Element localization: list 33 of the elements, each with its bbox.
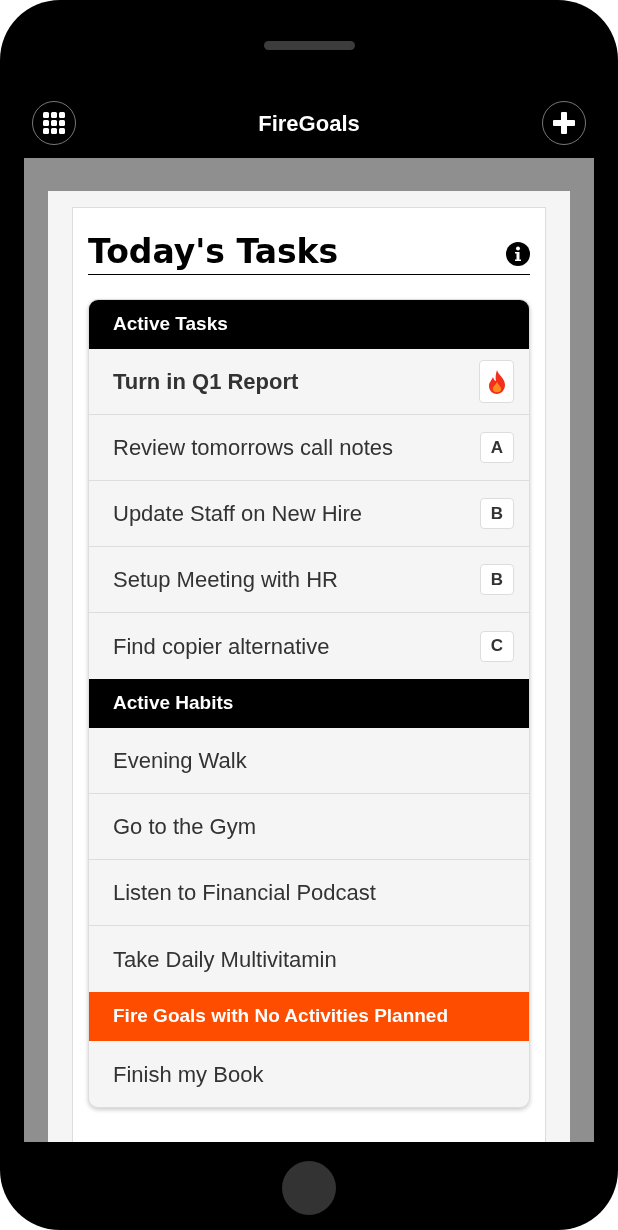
list-item[interactable]: Finish my Book	[89, 1041, 529, 1107]
item-label: Take Daily Multivitamin	[113, 945, 337, 974]
item-label: Find copier alternative	[113, 632, 330, 661]
item-label: Turn in Q1 Report	[113, 368, 299, 396]
grid-icon	[43, 112, 65, 134]
list-item[interactable]: Review tomorrows call notes A	[89, 415, 529, 481]
item-label: Update Staff on New Hire	[113, 500, 363, 528]
item-label: Finish my Book	[113, 1060, 264, 1089]
flame-icon	[486, 369, 507, 394]
list-item[interactable]: Go to the Gym	[89, 794, 529, 860]
list-item[interactable]: Listen to Financial Podcast	[89, 860, 529, 926]
list-item[interactable]: Take Daily Multivitamin	[89, 926, 529, 992]
section-header: Active Tasks	[89, 300, 529, 349]
section-header: Active Habits	[89, 679, 529, 728]
item-label: Setup Meeting with HR	[113, 566, 338, 594]
page-title: Today's Tasks	[88, 232, 339, 272]
item-label: Go to the Gym	[113, 813, 257, 841]
list-item[interactable]: Evening Walk	[89, 728, 529, 794]
list-item[interactable]: Find copier alternative C	[89, 613, 529, 679]
list-item[interactable]: Setup Meeting with HR B	[89, 547, 529, 613]
priority-badge: B	[480, 498, 514, 529]
priority-badge: B	[480, 564, 514, 595]
item-label: Review tomorrows call notes	[113, 434, 393, 462]
item-label: Evening Walk	[113, 747, 247, 775]
priority-badge: A	[480, 432, 514, 463]
section-header: Fire Goals with No Activities Planned	[89, 992, 529, 1041]
plus-icon	[553, 112, 575, 134]
priority-badge: C	[480, 630, 514, 662]
info-icon[interactable]	[506, 242, 530, 266]
list-item[interactable]: Turn in Q1 Report	[89, 349, 529, 415]
item-label: Listen to Financial Podcast	[113, 879, 376, 907]
app-title: FireGoals	[258, 109, 360, 138]
list-item[interactable]: Update Staff on New Hire B	[89, 481, 529, 547]
